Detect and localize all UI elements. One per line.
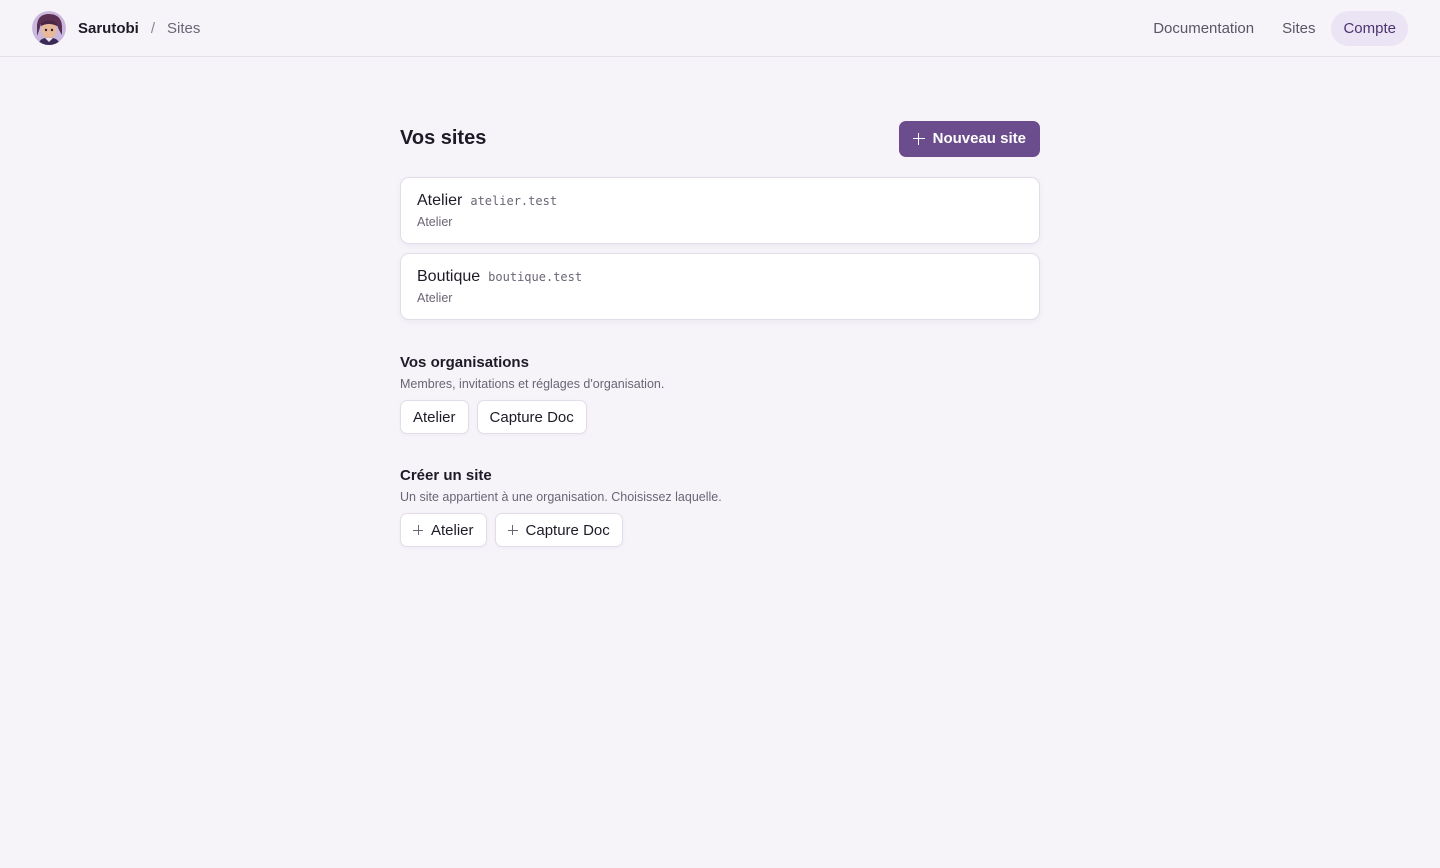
- site-card-atelier[interactable]: Atelier atelier.test Atelier: [400, 177, 1040, 244]
- main-content: Vos sites Nouveau site Atelier atelier.t…: [400, 120, 1040, 547]
- page-header: Vos sites Nouveau site: [400, 120, 1040, 157]
- create-site-capture-doc-button[interactable]: Capture Doc: [494, 513, 623, 547]
- brand-name[interactable]: Sarutobi: [78, 20, 139, 37]
- site-card-boutique[interactable]: Boutique boutique.test Atelier: [400, 253, 1040, 320]
- brand: Sarutobi / Sites: [32, 11, 200, 45]
- create-site-section: Créer un site Un site appartient à une o…: [400, 467, 1040, 547]
- create-site-atelier-label: Atelier: [431, 521, 474, 539]
- create-site-description: Un site appartient à une organisation. C…: [400, 490, 722, 504]
- new-site-button[interactable]: Nouveau site: [898, 120, 1040, 157]
- site-name: Boutique: [417, 268, 481, 285]
- site-title-line: Boutique boutique.test: [417, 268, 1023, 286]
- site-domain: boutique.test: [488, 270, 583, 284]
- site-organisation: Atelier: [417, 291, 453, 305]
- plus-icon: [912, 132, 925, 145]
- create-site-atelier-button[interactable]: Atelier: [400, 513, 487, 547]
- create-site-capture-doc-label: Capture Doc: [525, 521, 610, 539]
- top-bar: Sarutobi / Sites Documentation Sites Com…: [0, 0, 1440, 57]
- page-title: Vos sites: [400, 127, 487, 149]
- organisations-title: Vos organisations: [400, 354, 529, 371]
- new-site-label: Nouveau site: [932, 130, 1026, 147]
- site-title-line: Atelier atelier.test: [417, 192, 1023, 210]
- nav-compte[interactable]: Compte: [1331, 10, 1408, 46]
- nav-sites[interactable]: Sites: [1270, 11, 1327, 46]
- avatar[interactable]: [32, 11, 66, 45]
- avatar-image: [32, 11, 66, 45]
- organisation-chip-capture-doc[interactable]: Capture Doc: [476, 400, 587, 434]
- breadcrumb-current: Sites: [167, 19, 201, 37]
- organisations-section: Vos organisations Membres, invitations e…: [400, 354, 1040, 434]
- top-nav: Documentation Sites Compte: [1141, 10, 1408, 46]
- create-site-options: Atelier Capture Doc: [400, 513, 1040, 547]
- site-domain: atelier.test: [470, 194, 558, 208]
- plus-icon: [507, 525, 518, 535]
- create-site-title: Créer un site: [400, 467, 492, 484]
- nav-documentation[interactable]: Documentation: [1141, 11, 1266, 46]
- organisations-description: Membres, invitations et réglages d'organ…: [400, 377, 665, 391]
- site-list: Atelier atelier.test Atelier Boutique bo…: [400, 177, 1040, 320]
- site-name: Atelier: [417, 192, 463, 209]
- breadcrumb-separator: /: [150, 19, 156, 37]
- organisation-chip-atelier[interactable]: Atelier: [400, 400, 469, 434]
- plus-icon: [413, 525, 423, 535]
- site-organisation: Atelier: [417, 215, 453, 229]
- organisation-list: Atelier Capture Doc: [400, 400, 1040, 434]
